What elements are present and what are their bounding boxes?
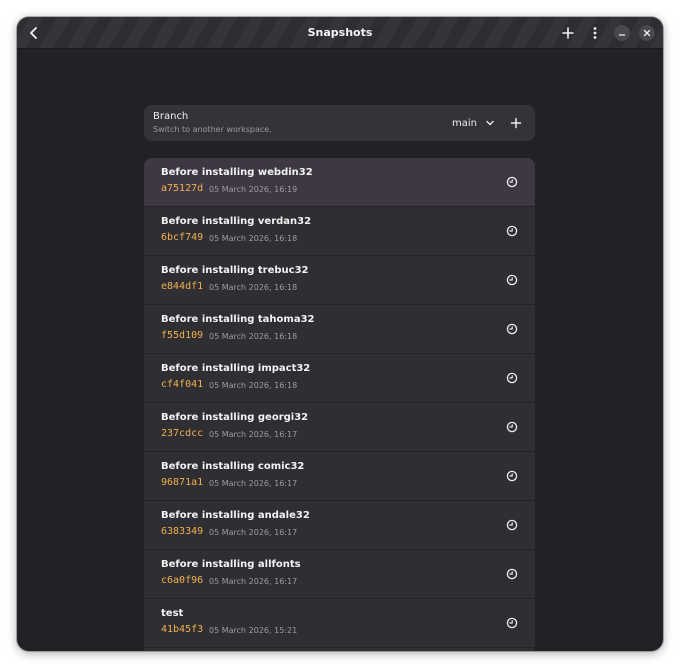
restore-snapshot-button[interactable]: [505, 518, 519, 532]
snapshot-date: 05 March 2026, 15:21: [209, 626, 298, 635]
plus-icon: [562, 27, 574, 39]
restore-clock-icon: [506, 568, 518, 580]
snapshot-hash: a75127d: [161, 183, 204, 194]
restore-snapshot-button[interactable]: [505, 273, 519, 287]
snapshot-title: Before installing tahoma32: [161, 314, 315, 325]
close-button[interactable]: [639, 25, 655, 41]
restore-snapshot-button[interactable]: [505, 420, 519, 434]
snapshot-hash: c6a0f96: [161, 575, 204, 586]
snapshot-title: Before installing andale32: [161, 510, 310, 521]
restore-snapshot-button[interactable]: [505, 371, 519, 385]
restore-clock-icon: [506, 421, 518, 433]
snapshot-row[interactable]: test 41b45f3 05 March 2026, 15:21: [144, 599, 535, 648]
snapshot-title: Before installing georgi32: [161, 412, 309, 423]
back-arrow-icon: [30, 27, 37, 39]
restore-clock-icon: [506, 274, 518, 286]
main-menu-button[interactable]: [583, 21, 607, 45]
restore-snapshot-button[interactable]: [505, 616, 519, 630]
snapshot-date: 05 March 2026, 16:18: [209, 332, 298, 341]
restore-snapshot-button[interactable]: [505, 567, 519, 581]
restore-snapshot-button[interactable]: [505, 175, 519, 189]
snapshot-date: 05 March 2026, 16:18: [209, 283, 298, 292]
snapshot-row[interactable]: Before installing webdin32 a75127d 05 Ma…: [144, 158, 535, 207]
restore-snapshot-button[interactable]: [505, 224, 519, 238]
add-branch-button[interactable]: [506, 113, 526, 133]
snapshot-title: Before installing trebuc32: [161, 265, 309, 276]
snapshot-title: Before installing impact32: [161, 363, 311, 374]
snapshot-date: 05 March 2026, 16:17: [209, 528, 298, 537]
branch-subtitle: Switch to another workspace.: [153, 125, 272, 134]
snapshot-date: 05 March 2026, 16:17: [209, 577, 298, 586]
branch-selected-value: main: [452, 117, 477, 129]
snapshot-row[interactable]: Before installing tahoma32 f55d109 05 Ma…: [144, 305, 535, 354]
restore-clock-icon: [506, 372, 518, 384]
back-button[interactable]: [22, 21, 46, 45]
restore-clock-icon: [506, 225, 518, 237]
snapshot-title: test: [161, 608, 184, 619]
snapshot-row[interactable]: Before installing comic32 96871a1 05 Mar…: [144, 452, 535, 501]
vertical-dots-icon: [593, 27, 597, 39]
snapshot-hash: 6383349: [161, 526, 204, 537]
snapshot-title: Before installing comic32: [161, 461, 305, 472]
restore-clock-icon: [506, 176, 518, 188]
restore-snapshot-button[interactable]: [505, 322, 519, 336]
headerbar: Snapshots: [17, 17, 663, 49]
snapshot-hash: 96871a1: [161, 477, 204, 488]
snapshot-hash: e844df1: [161, 281, 204, 292]
branch-row: Branch Switch to another workspace. main: [144, 105, 535, 141]
branch-dropdown[interactable]: main: [452, 112, 495, 134]
snapshot-row[interactable]: Before installing allfonts c6a0f96 05 Ma…: [144, 550, 535, 599]
snapshot-row[interactable]: Before installing georgi32 237cdcc 05 Ma…: [144, 403, 535, 452]
chevron-down-icon: [486, 120, 494, 126]
snapshot-date: 05 March 2026, 16:19: [209, 185, 298, 194]
close-icon: [643, 29, 651, 37]
snapshot-hash: cf4f041: [161, 379, 204, 390]
snapshot-hash: 41b45f3: [161, 624, 204, 635]
branch-title: Branch: [153, 111, 189, 122]
snapshot-title: Before installing allfonts: [161, 559, 301, 570]
snapshot-row[interactable]: Before installing impact32 cf4f041 05 Ma…: [144, 354, 535, 403]
snapshot-row[interactable]: Before installing trebuc32 e844df1 05 Ma…: [144, 256, 535, 305]
snapshot-date: 05 March 2026, 16:18: [209, 381, 298, 390]
snapshot-date: 05 March 2026, 16:18: [209, 234, 298, 243]
snapshot-hash: 237cdcc: [161, 428, 204, 439]
add-snapshot-button[interactable]: [556, 21, 580, 45]
restore-clock-icon: [506, 617, 518, 629]
minimize-button[interactable]: [614, 25, 630, 41]
restore-clock-icon: [506, 323, 518, 335]
snapshot-hash: 6bcf749: [161, 232, 204, 243]
main-content: Branch Switch to another workspace. main…: [17, 49, 663, 651]
plus-icon: [510, 117, 522, 129]
app-window: Snapshots Branch Switch to another works…: [17, 17, 663, 651]
snapshot-row[interactable]: Before installing verdan32 6bcf749 05 Ma…: [144, 207, 535, 256]
restore-clock-icon: [506, 519, 518, 531]
snapshot-date: 05 March 2026, 16:17: [209, 430, 298, 439]
snapshot-date: 05 March 2026, 16:17: [209, 479, 298, 488]
snapshot-list: Before installing webdin32 a75127d 05 Ma…: [144, 158, 535, 651]
snapshot-title: Before installing verdan32: [161, 216, 312, 227]
restore-clock-icon: [506, 470, 518, 482]
snapshot-hash: f55d109: [161, 330, 204, 341]
restore-snapshot-button[interactable]: [505, 469, 519, 483]
snapshot-row[interactable]: Before installing andale32 6383349 05 Ma…: [144, 501, 535, 550]
snapshot-title: Before installing webdin32: [161, 167, 313, 178]
minimize-icon: [618, 34, 626, 36]
